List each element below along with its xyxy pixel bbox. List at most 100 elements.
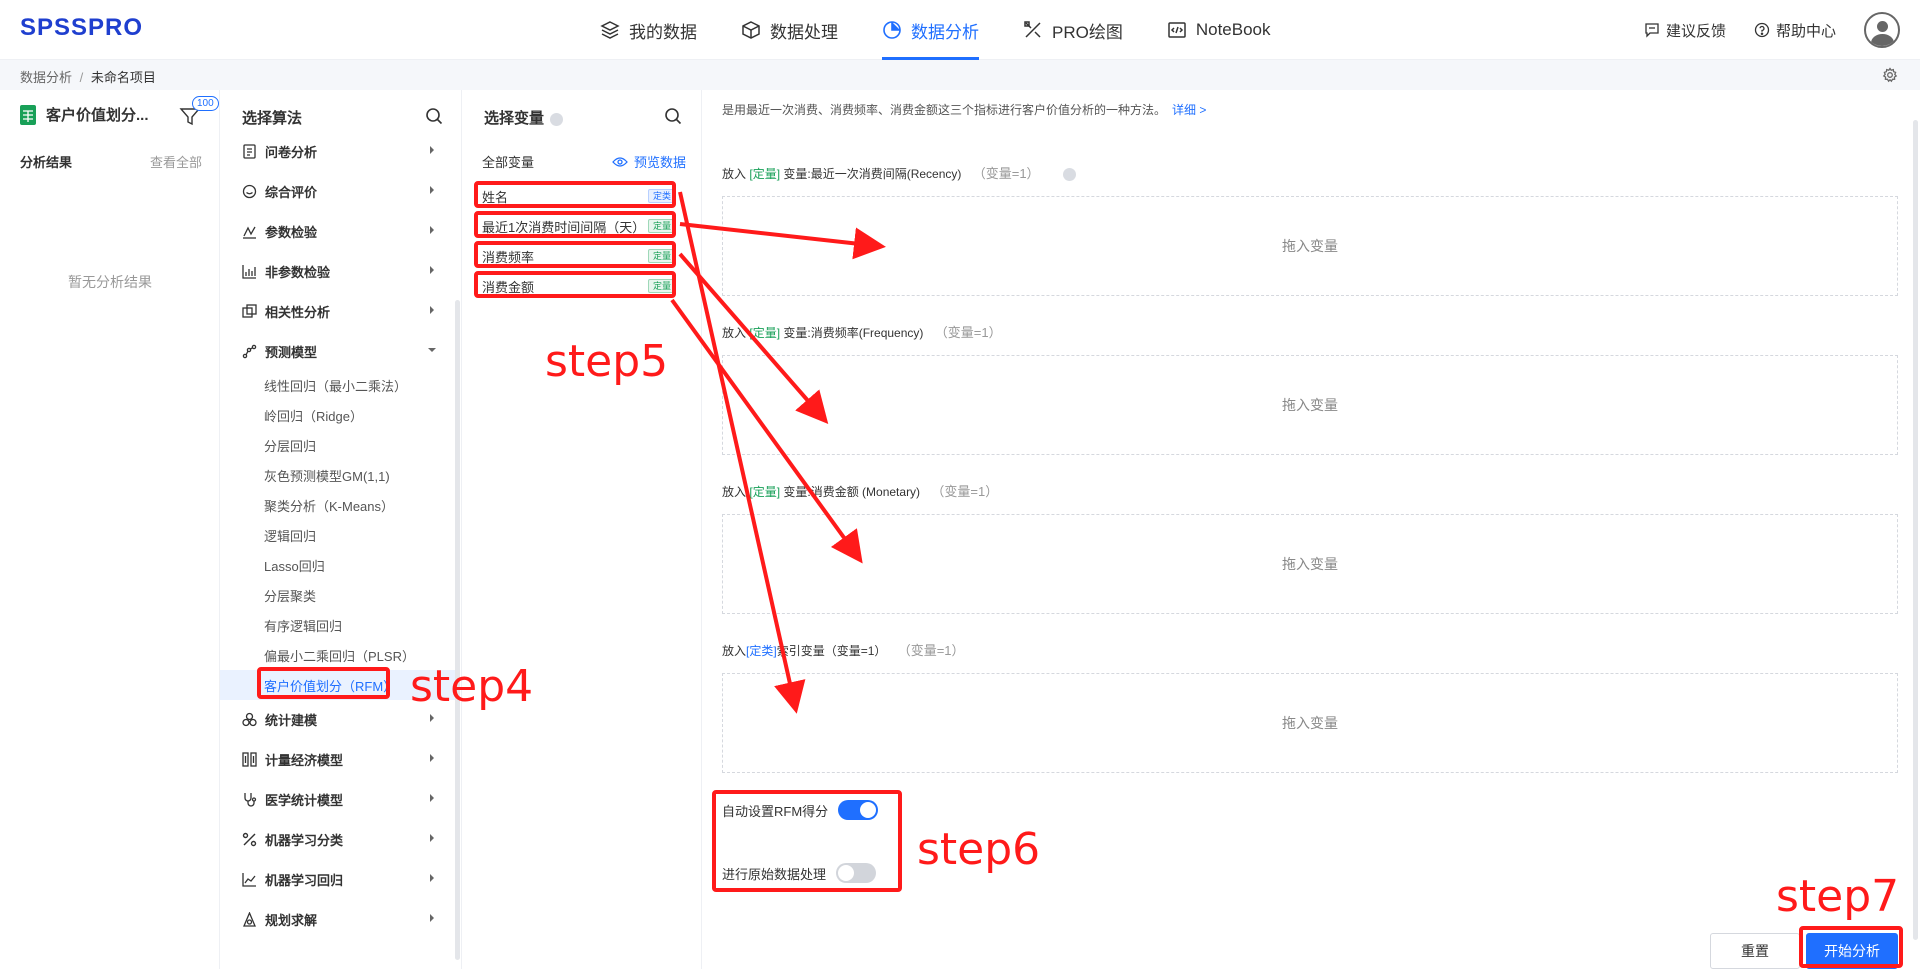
project-item[interactable]: 客户价值划分... (20, 104, 149, 125)
nav-pro-drawing-label: PRO绘图 (1052, 22, 1123, 42)
annotation-box-start (1799, 926, 1903, 968)
variables-panel-title: 选择变量 (484, 107, 564, 128)
category-ml-regression[interactable]: 机器学习回归 (242, 868, 438, 890)
nav-notebook[interactable]: NoteBook (1167, 0, 1271, 60)
breadcrumb-current: 未命名项目 (90, 70, 156, 85)
annotation-step4: step4 (410, 661, 534, 712)
questionnaire-icon (243, 143, 256, 159)
algorithm-panel: 选择算法 问卷分析 综合评价 参数检验 非参数检验 相关性分析 预测模型 线性回… (220, 90, 462, 969)
header-actions: 建议反馈 帮助中心 (1644, 0, 1900, 60)
main-scrollbar[interactable] (1913, 120, 1918, 940)
detail-link[interactable]: 详细 > (1172, 103, 1206, 117)
nav-my-data-label: 我的数据 (629, 22, 697, 42)
category-prediction-model[interactable]: 预测模型 (242, 340, 438, 362)
nav-my-data[interactable]: 我的数据 (600, 0, 697, 60)
drop-zone-frequency[interactable]: 拖入变量 (722, 355, 1898, 455)
gear-icon[interactable] (1882, 67, 1898, 83)
info-icon[interactable] (550, 112, 564, 126)
line-chart-icon (242, 872, 256, 887)
category-planning[interactable]: 规划求解 (242, 908, 438, 930)
chevron-right-icon (430, 266, 434, 274)
category-label: 预测模型 (265, 344, 318, 360)
slot-text: 变量:最近一次消费间隔(Recency) (783, 167, 962, 181)
category-parametric-test[interactable]: 参数检验 (242, 220, 438, 242)
correlation-icon (242, 303, 257, 318)
algo-hierarchical-clustering[interactable]: 分层聚类 (264, 586, 316, 605)
category-nonparametric-test[interactable]: 非参数检验 (242, 260, 438, 282)
slot-label-recency: 放入 [定量] 变量:最近一次消费间隔(Recency) （变量=1） (722, 163, 1076, 182)
nav-data-analysis-label: 数据分析 (911, 22, 979, 42)
annotation-box-var-monetary (474, 271, 676, 298)
algo-hierarchical-regression[interactable]: 分层回归 (264, 436, 316, 455)
prediction-icon (242, 344, 257, 358)
algorithm-panel-title: 选择算法 (242, 110, 303, 127)
search-icon[interactable] (664, 107, 682, 125)
chevron-down-icon (428, 348, 436, 352)
drawing-tools-icon (1024, 21, 1041, 38)
breadcrumb-separator: / (79, 70, 84, 85)
category-correlation[interactable]: 相关性分析 (242, 300, 438, 322)
slot-label-monetary: 放入 [定量] 变量:消费金额 (Monetary) （变量=1） (722, 481, 998, 500)
category-label: 问卷分析 (265, 144, 318, 160)
chevron-right-icon (430, 874, 434, 882)
nav-data-processing[interactable]: 数据处理 (741, 0, 838, 60)
breadcrumb-bar: 数据分析 / 未命名项目 (0, 60, 1920, 90)
algo-plsr[interactable]: 偏最小二乘回归（PLSR） (264, 646, 415, 665)
category-comprehensive-eval[interactable]: 综合评价 (242, 180, 438, 202)
main-nav: 我的数据 数据处理 数据分析 PRO绘图 NoteBook (600, 0, 1315, 60)
slot-count: （变量=1） (931, 484, 999, 499)
app-logo[interactable]: SPSSPRO (20, 14, 143, 42)
chevron-right-icon (430, 226, 434, 234)
algo-lasso-regression[interactable]: Lasso回归 (264, 556, 325, 575)
drop-zone-index[interactable]: 拖入变量 (722, 673, 1898, 773)
slot-prefix: 放入 (722, 326, 747, 340)
category-medical-stat[interactable]: 医学统计模型 (242, 788, 438, 810)
category-label: 机器学习分类 (265, 832, 344, 848)
top-navigation-bar: SPSSPRO 我的数据 数据处理 数据分析 PRO绘图 NoteBook 建议… (0, 0, 1920, 60)
drop-zone-monetary[interactable]: 拖入变量 (722, 514, 1898, 614)
eye-icon (612, 156, 628, 167)
algo-logistic-regression[interactable]: 逻辑回归 (264, 526, 316, 545)
category-label: 计量经济模型 (265, 752, 344, 768)
search-icon[interactable] (425, 107, 443, 125)
chevron-right-icon (430, 834, 434, 842)
algo-linear-regression[interactable]: 线性回归（最小二乘法） (264, 376, 407, 395)
annotation-box-var-name (474, 181, 676, 208)
category-label: 统计建模 (265, 712, 318, 728)
drop-zone-recency[interactable]: 拖入变量 (722, 196, 1898, 296)
help-icon[interactable] (1062, 168, 1076, 182)
param-chart-icon (243, 226, 256, 239)
preview-data-link[interactable]: 预览数据 (612, 152, 686, 171)
reset-button[interactable]: 重置 (1710, 933, 1800, 969)
algo-kmeans[interactable]: 聚类分析（K-Means） (264, 496, 394, 515)
breadcrumb-root[interactable]: 数据分析 (20, 70, 72, 85)
category-stat-modeling[interactable]: 统计建模 (242, 708, 438, 730)
feedback-link[interactable]: 建议反馈 (1644, 20, 1726, 41)
all-variables-label: 全部变量 (482, 155, 535, 170)
slot-text: 变量:消费频率(Frequency) (783, 326, 924, 340)
category-econometric[interactable]: 计量经济模型 (242, 748, 438, 770)
algorithm-scrollbar[interactable] (455, 300, 460, 960)
user-avatar[interactable] (1864, 12, 1900, 48)
category-questionnaire[interactable]: 问卷分析 (242, 140, 438, 162)
chevron-right-icon (430, 714, 434, 722)
category-ml-classification[interactable]: 机器学习分类 (242, 828, 438, 850)
method-description: 是用最近一次消费、消费频率、消费金额这三个指标进行客户价值分析的一种方法。 详细 … (722, 101, 1206, 118)
category-label: 综合评价 (265, 184, 318, 200)
econometric-icon (242, 751, 257, 767)
nav-data-analysis[interactable]: 数据分析 (882, 0, 979, 60)
algo-grey-prediction[interactable]: 灰色预测模型GM(1,1) (264, 466, 390, 485)
slot-count: （变量=1） (972, 166, 1040, 181)
slot-prefix: 放入 (722, 485, 747, 499)
algo-ridge-regression[interactable]: 岭回归（Ridge） (264, 406, 363, 425)
nav-pro-drawing[interactable]: PRO绘图 (1023, 0, 1123, 60)
help-center-link[interactable]: 帮助中心 (1754, 20, 1836, 41)
planning-icon (243, 911, 256, 927)
slot-type-tag: [定量] (749, 326, 781, 340)
view-all-link[interactable]: 查看全部 (150, 152, 202, 171)
category-label: 非参数检验 (265, 264, 331, 280)
annotation-step7: step7 (1776, 871, 1900, 922)
filter-count-badge: 100 (192, 96, 219, 111)
stethoscope-icon (244, 792, 257, 807)
algo-ordinal-logistic[interactable]: 有序逻辑回归 (264, 616, 342, 635)
